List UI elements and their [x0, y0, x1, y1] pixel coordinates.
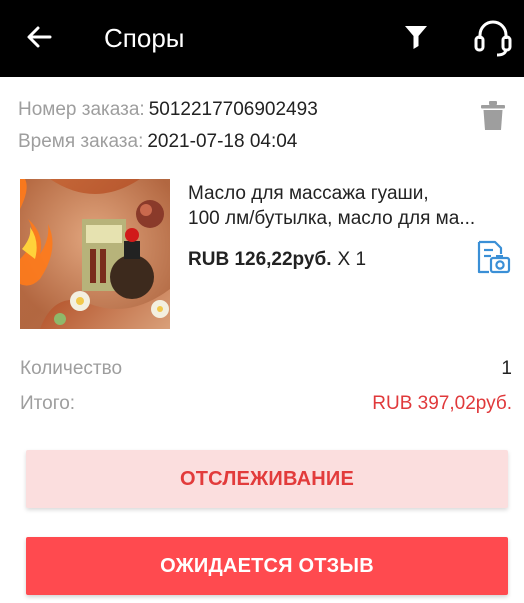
app-bar: Споры — [0, 0, 524, 77]
order-time-row: Время заказа: 2021-07-18 04:04 — [18, 130, 297, 154]
product-title-line-1: Масло для массажа гуаши, — [188, 183, 429, 204]
trash-icon — [481, 101, 505, 130]
filter-button[interactable] — [400, 20, 432, 54]
track-button[interactable]: ОТСЛЕЖИВАНИЕ — [26, 450, 508, 508]
product-photo — [20, 179, 170, 329]
total-row: Итого: RUB 397,02руб. — [20, 392, 512, 416]
awaiting-review-button[interactable]: ОЖИДАЕТСЯ ОТЗЫВ — [26, 537, 508, 595]
product-title-line-2: 100 лм/бутылка, масло для ма... — [188, 208, 476, 229]
delete-order-button[interactable] — [478, 99, 508, 133]
product-price-row: RUB 126,22руб. X 1 — [188, 247, 366, 273]
arrow-left-icon — [27, 26, 52, 48]
product-price: RUB 126,22руб. — [188, 249, 332, 270]
back-button[interactable] — [22, 20, 56, 54]
funnel-icon — [405, 26, 427, 49]
support-button[interactable] — [470, 16, 516, 58]
headset-icon — [474, 20, 512, 57]
order-time-label: Время заказа: — [18, 131, 144, 152]
total-label: Итого: — [20, 393, 76, 414]
product-image[interactable] — [20, 179, 170, 329]
quantity-row: Количество 1 — [20, 357, 512, 381]
order-number-label: Номер заказа: — [18, 99, 145, 120]
quantity-value: 1 — [501, 358, 512, 379]
product-title[interactable]: Масло для массажа гуаши, 100 лм/бутылка,… — [188, 181, 510, 231]
order-time-value: 2021-07-18 04:04 — [147, 131, 298, 152]
page-title: Споры — [104, 23, 185, 53]
document-camera-icon — [477, 240, 511, 274]
snapshot-button[interactable] — [474, 239, 512, 275]
total-value: RUB 397,02руб. — [372, 393, 512, 414]
product-quantity: X 1 — [337, 249, 367, 270]
order-number-value: 5012217706902493 — [148, 99, 318, 120]
quantity-label: Количество — [20, 358, 123, 379]
order-number-row: Номер заказа: 5012217706902493 — [18, 98, 318, 122]
